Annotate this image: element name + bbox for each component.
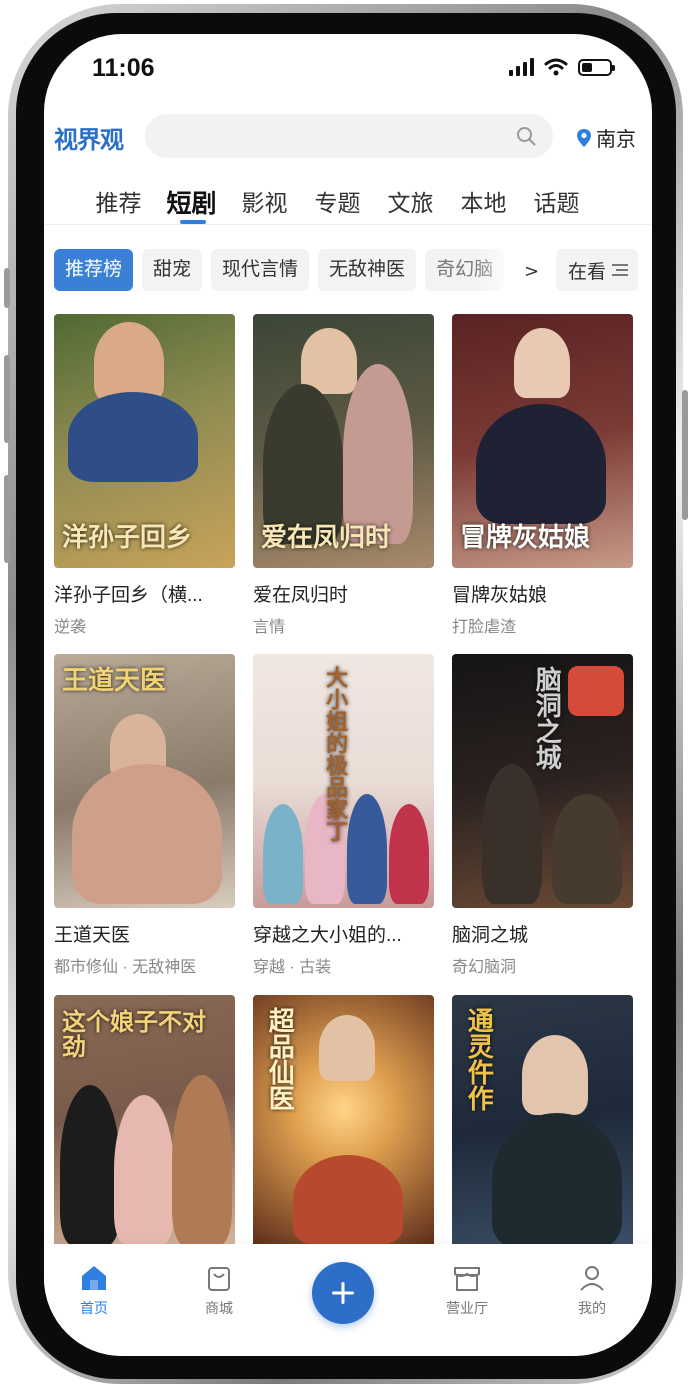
nav-label: 首页 <box>80 1300 108 1316</box>
card-tag: 穿越 · 古装 <box>253 959 332 976</box>
card-tag: 都市修仙 · 无敌神医 <box>54 959 197 976</box>
tab-label: 专题 <box>314 190 361 216</box>
poster-title: 这个娘子不对劲 <box>62 1007 206 1062</box>
card-title: 爱在凤归时 <box>253 585 349 606</box>
poster-image: 洋孙子回乡 <box>54 314 235 568</box>
poster-image: 脑洞之城 <box>452 654 633 908</box>
poster-title: 脑洞之城 <box>531 666 562 770</box>
screen: 11:06 视界观 南京 推荐 短剧 影视 专题 文旅 本地 话题 推荐榜 甜宠… <box>44 34 652 1356</box>
card-title: 穿越之大小姐的... <box>253 925 402 946</box>
location-text: 南京 <box>596 129 636 151</box>
drama-card[interactable]: 超品仙医 <box>253 995 434 1249</box>
tab-label: 推荐 <box>95 190 142 216</box>
card-title: 冒牌灰姑娘 <box>452 585 548 606</box>
tab-label: 影视 <box>241 190 288 216</box>
poster-image: 爱在凤归时 <box>253 314 434 568</box>
user-icon <box>580 1266 604 1291</box>
watching-button[interactable]: 在看 <box>556 249 639 291</box>
card-tag: 打脸虐渣 <box>452 619 517 636</box>
wifi-icon <box>544 58 568 76</box>
store-icon <box>454 1267 480 1291</box>
tab-topic[interactable]: 专题 <box>301 184 374 220</box>
bottom-navigation: 首页 商城 营业厅 我的 <box>44 1244 652 1356</box>
nav-label: 我的 <box>578 1300 606 1316</box>
nav-home[interactable]: 首页 <box>54 1264 134 1318</box>
location-selector[interactable]: 南京 <box>576 123 636 152</box>
poster-title: 爱在凤归时 <box>261 522 392 553</box>
poster-title: 洋孙子回乡 <box>62 522 193 553</box>
poster-title: 通灵仵作 <box>463 1007 494 1111</box>
tab-travel[interactable]: 文旅 <box>374 184 447 220</box>
tab-discussion[interactable]: 话题 <box>520 184 593 220</box>
drama-card[interactable]: 大小姐的极品家丁 穿越之大小姐的... 穿越 · 古装 <box>253 654 434 977</box>
drama-card[interactable]: 爱在凤归时 爱在凤归时 言情 <box>253 314 434 637</box>
tab-recommend[interactable]: 推荐 <box>82 184 155 220</box>
tab-label: 话题 <box>533 190 580 216</box>
poster-title: 王道天医 <box>62 666 167 696</box>
watching-label: 在看 <box>568 261 607 283</box>
tab-short-drama[interactable]: 短剧 <box>155 184 228 224</box>
nav-label: 商城 <box>205 1300 233 1316</box>
status-icons <box>509 58 615 76</box>
tab-label: 本地 <box>460 190 507 216</box>
plus-icon <box>332 1282 354 1304</box>
poster-image: 冒牌灰姑娘 <box>452 314 633 568</box>
drama-card[interactable]: 王道天医 王道天医 都市修仙 · 无敌神医 <box>54 654 235 977</box>
drama-card[interactable]: 这个娘子不对劲 <box>54 995 235 1249</box>
battery-icon <box>578 58 615 76</box>
poster-title: 冒牌灰姑娘 <box>460 522 591 553</box>
chip-sweet[interactable]: 甜宠 <box>142 249 203 291</box>
nav-profile[interactable]: 我的 <box>552 1264 632 1318</box>
card-tag: 奇幻脑洞 <box>452 959 517 976</box>
status-time: 11:06 <box>92 54 155 82</box>
chip-ranking[interactable]: 推荐榜 <box>54 249 134 291</box>
poster-title: 大小姐的极品家丁 <box>322 666 349 842</box>
drama-card[interactable]: 冒牌灰姑娘 冒牌灰姑娘 打脸虐渣 <box>452 314 633 637</box>
signal-icon <box>509 58 534 76</box>
add-button[interactable] <box>312 1262 374 1324</box>
card-tag: 言情 <box>253 619 286 636</box>
card-tag: 逆袭 <box>54 619 87 636</box>
shopping-bag-icon <box>208 1267 230 1291</box>
drama-card[interactable]: 通灵仵作 <box>452 995 633 1249</box>
poster-image: 这个娘子不对劲 <box>54 995 235 1249</box>
card-title: 王道天医 <box>54 925 131 946</box>
list-icon <box>612 264 629 276</box>
home-icon <box>82 1266 106 1290</box>
drama-card[interactable]: 洋孙子回乡 洋孙子回乡（横... 逆袭 <box>54 314 235 637</box>
search-input[interactable] <box>145 114 553 158</box>
chip-invincible-doctor[interactable]: 无敌神医 <box>318 249 417 291</box>
side-button <box>4 268 10 308</box>
tab-local[interactable]: 本地 <box>447 184 520 220</box>
poster-image: 王道天医 <box>54 654 235 908</box>
location-pin-icon <box>577 128 591 147</box>
poster-image: 超品仙医 <box>253 995 434 1249</box>
poster-title: 超品仙医 <box>264 1007 295 1111</box>
side-button <box>4 475 10 563</box>
divider <box>44 224 652 225</box>
card-title: 脑洞之城 <box>452 925 529 946</box>
tab-label: 文旅 <box>387 190 434 216</box>
filter-chips: 推荐榜 甜宠 现代言情 无敌神医 奇幻脑 <box>54 249 505 291</box>
nav-service-hall[interactable]: 营业厅 <box>427 1264 507 1318</box>
drama-card[interactable]: 脑洞之城 脑洞之城 奇幻脑洞 <box>452 654 633 977</box>
side-button <box>682 390 688 520</box>
search-bar[interactable] <box>145 114 553 158</box>
poster-image: 通灵仵作 <box>452 995 633 1249</box>
card-title: 洋孙子回乡（横... <box>54 585 203 606</box>
app-logo: 视界观 <box>54 127 124 154</box>
chevron-right-icon[interactable]: > <box>524 261 539 282</box>
nav-mall[interactable]: 商城 <box>179 1264 259 1318</box>
side-button <box>4 355 10 443</box>
poster-image: 大小姐的极品家丁 <box>253 654 434 908</box>
gift-badge <box>568 666 624 716</box>
search-icon[interactable] <box>515 125 537 147</box>
category-tabs: 推荐 短剧 影视 专题 文旅 本地 话题 <box>82 184 593 224</box>
tab-film[interactable]: 影视 <box>228 184 301 220</box>
nav-label: 营业厅 <box>446 1300 488 1316</box>
tab-label: 短剧 <box>166 190 217 218</box>
chip-modern-romance[interactable]: 现代言情 <box>211 249 310 291</box>
